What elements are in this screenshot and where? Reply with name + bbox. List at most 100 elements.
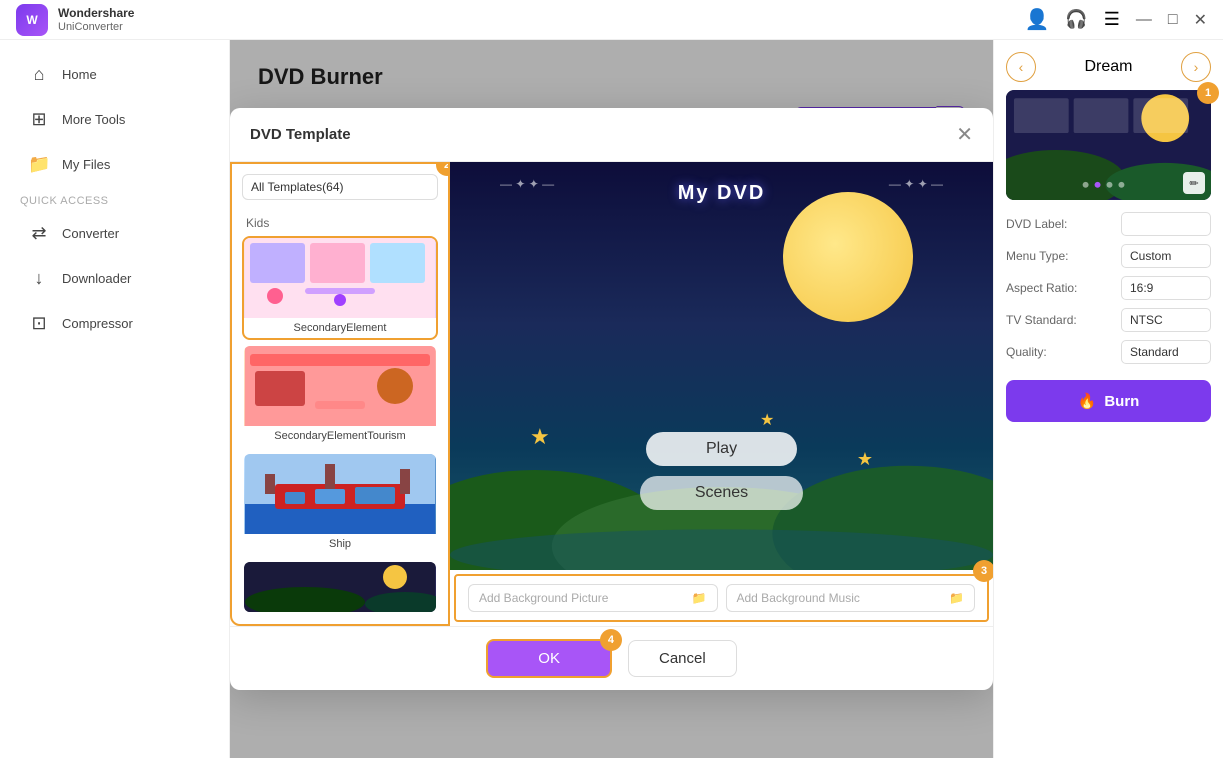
template-card-tourism-label: SecondaryElementTourism bbox=[244, 426, 436, 446]
quality-label: Quality: bbox=[1006, 345, 1047, 359]
maximize-button[interactable]: □ bbox=[1168, 11, 1178, 29]
close-button[interactable]: ✕ bbox=[1194, 10, 1207, 30]
template-thumbnail-dark bbox=[244, 562, 436, 612]
quality-select[interactable]: Standard High Low bbox=[1121, 340, 1211, 364]
sidebar-item-more-tools-label: More Tools bbox=[62, 112, 125, 127]
my-files-icon: 📁 bbox=[28, 154, 50, 175]
dvd-template-modal: DVD Template ✕ 2 All Templates(64) bbox=[230, 108, 993, 690]
menu-icon[interactable]: ☰ bbox=[1104, 9, 1120, 30]
main-layout: ⌂ Home ⊞ More Tools 📁 My Files Quick Acc… bbox=[0, 40, 1223, 758]
sidebar-item-home[interactable]: ⌂ Home bbox=[8, 54, 221, 95]
dvd-title: My DVD bbox=[678, 182, 766, 205]
sidebar-item-more-tools[interactable]: ⊞ More Tools bbox=[8, 99, 221, 140]
dvd-star-2: ★ bbox=[760, 410, 774, 430]
sidebar-item-my-files[interactable]: 📁 My Files bbox=[8, 144, 221, 185]
download-icon: ↓ bbox=[28, 268, 50, 289]
bg-picture-folder-icon[interactable]: 📁 bbox=[692, 591, 707, 605]
template-next-button[interactable]: › bbox=[1181, 52, 1211, 82]
template-nav: ‹ Dream › bbox=[1006, 52, 1211, 82]
dvd-buttons: Play Scenes bbox=[640, 432, 803, 510]
template-thumbnail-ship bbox=[244, 454, 436, 534]
dvd-preview: — ✦ ✦ — — ✦ ✦ — My DVD bbox=[450, 162, 993, 570]
menu-type-select[interactable]: Custom Standard None bbox=[1121, 244, 1211, 268]
preview-edit-button[interactable]: ✏ bbox=[1183, 172, 1205, 194]
dvd-label-input[interactable] bbox=[1121, 212, 1211, 236]
template-card-ship[interactable]: Ship bbox=[242, 452, 438, 556]
modal-close-button[interactable]: ✕ bbox=[956, 122, 973, 147]
annotation-badge-2: 2 bbox=[436, 162, 450, 176]
dvd-scenes-button[interactable]: Scenes bbox=[640, 476, 803, 510]
annotation-badge-3: 3 bbox=[973, 560, 993, 582]
dvd-moon bbox=[783, 192, 913, 322]
template-prev-button[interactable]: ‹ bbox=[1006, 52, 1036, 82]
title-bar-left: W Wondershare UniConverter bbox=[16, 4, 134, 36]
more-tools-icon: ⊞ bbox=[28, 109, 50, 130]
preview-footer: Add Background Picture 📁 Add Background … bbox=[454, 574, 989, 622]
modal-overlay: DVD Template ✕ 2 All Templates(64) bbox=[230, 40, 993, 758]
sidebar-item-downloader[interactable]: ↓ Downloader bbox=[8, 258, 221, 299]
tv-standard-select[interactable]: NTSC PAL bbox=[1121, 308, 1211, 332]
aspect-ratio-select[interactable]: 16:9 4:3 bbox=[1121, 276, 1211, 300]
setting-row-tv-standard: TV Standard: NTSC PAL bbox=[1006, 308, 1211, 332]
template-thumbnail-tourism bbox=[244, 346, 436, 426]
cancel-button[interactable]: Cancel bbox=[628, 640, 737, 677]
aspect-ratio-label: Aspect Ratio: bbox=[1006, 281, 1077, 295]
app-container: W Wondershare UniConverter 👤 🎧 ☰ — □ ✕ ⌂… bbox=[0, 0, 1223, 758]
menu-type-label: Menu Type: bbox=[1006, 249, 1068, 263]
right-panel-preview-wrapper: 1 bbox=[1006, 90, 1211, 212]
setting-row-quality: Quality: Standard High Low bbox=[1006, 340, 1211, 364]
headphone-icon[interactable]: 🎧 bbox=[1065, 9, 1087, 30]
template-name: Dream bbox=[1084, 58, 1132, 76]
burn-button-label: Burn bbox=[1104, 393, 1139, 410]
template-card-secondary-element[interactable]: SecondaryElement bbox=[242, 236, 438, 340]
template-card-dark[interactable] bbox=[242, 560, 438, 614]
template-card-secondary-element-label: SecondaryElement bbox=[244, 318, 436, 338]
template-card-secondary-tourism[interactable]: SecondaryElementTourism bbox=[242, 344, 438, 448]
title-bar: W Wondershare UniConverter 👤 🎧 ☰ — □ ✕ bbox=[0, 0, 1223, 40]
title-bar-right: 👤 🎧 ☰ — □ ✕ bbox=[1024, 7, 1207, 32]
sidebar-item-download-label: Downloader bbox=[62, 271, 131, 286]
category-kids-label: Kids bbox=[242, 212, 438, 232]
preview-area: — ✦ ✦ — — ✦ ✦ — My DVD bbox=[450, 162, 993, 626]
tv-standard-label: TV Standard: bbox=[1006, 313, 1077, 327]
bg-picture-input[interactable]: Add Background Picture 📁 bbox=[468, 584, 718, 612]
bg-picture-placeholder: Add Background Picture bbox=[479, 591, 608, 605]
settings-grid: DVD Label: Menu Type: Custom Standard No… bbox=[1006, 212, 1211, 364]
template-filter-select[interactable]: All Templates(64) Kids Tourism bbox=[242, 174, 438, 200]
dvd-star-3: ★ bbox=[857, 449, 873, 470]
burn-button[interactable]: 🔥 Burn bbox=[1006, 380, 1211, 422]
ok-button[interactable]: OK bbox=[486, 639, 612, 678]
annotation-badge-4: 4 bbox=[600, 629, 622, 651]
quick-access-label: Quick Access bbox=[0, 187, 229, 211]
setting-row-dvd-label: DVD Label: bbox=[1006, 212, 1211, 236]
dvd-play-button[interactable]: Play bbox=[646, 432, 797, 466]
modal-title: DVD Template bbox=[250, 126, 351, 143]
user-icon[interactable]: 👤 bbox=[1024, 7, 1049, 32]
dvd-stars-right: — ✦ ✦ — bbox=[889, 177, 943, 191]
bg-music-folder-icon[interactable]: 📁 bbox=[949, 591, 964, 605]
bg-music-input[interactable]: Add Background Music 📁 bbox=[726, 584, 976, 612]
preview-footer-wrapper: 3 Add Background Picture 📁 Add Backgroun… bbox=[450, 570, 993, 626]
template-list-panel: 2 All Templates(64) Kids Tourism Kids bbox=[230, 162, 450, 626]
right-panel-template-preview: ✏ bbox=[1006, 90, 1211, 200]
modal-footer: 4 OK Cancel bbox=[230, 626, 993, 690]
content-area: DVD Burner Burn video to: DVD Folder DVD… bbox=[230, 40, 993, 758]
dvd-stars-left: — ✦ ✦ — bbox=[500, 177, 554, 191]
burn-icon: 🔥 bbox=[1078, 392, 1097, 410]
template-thumbnail-kids bbox=[244, 238, 436, 318]
sidebar-item-my-files-label: My Files bbox=[62, 157, 110, 172]
bg-music-placeholder: Add Background Music bbox=[737, 591, 860, 605]
sidebar-item-compressor[interactable]: ⊡ Compressor bbox=[8, 303, 221, 344]
ok-button-wrapper: 4 OK bbox=[486, 639, 612, 678]
sidebar-item-converter[interactable]: ⇄ Converter bbox=[8, 213, 221, 254]
sidebar-item-compress-label: Compressor bbox=[62, 316, 133, 331]
home-icon: ⌂ bbox=[28, 64, 50, 85]
dvd-star-1: ★ bbox=[530, 424, 550, 450]
template-card-ship-label: Ship bbox=[244, 534, 436, 554]
converter-icon: ⇄ bbox=[28, 223, 50, 244]
sidebar-item-home-label: Home bbox=[62, 67, 97, 82]
app-logo: W bbox=[16, 4, 48, 36]
compress-icon: ⊡ bbox=[28, 313, 50, 334]
minimize-button[interactable]: — bbox=[1136, 11, 1152, 29]
sidebar: ⌂ Home ⊞ More Tools 📁 My Files Quick Acc… bbox=[0, 40, 230, 758]
